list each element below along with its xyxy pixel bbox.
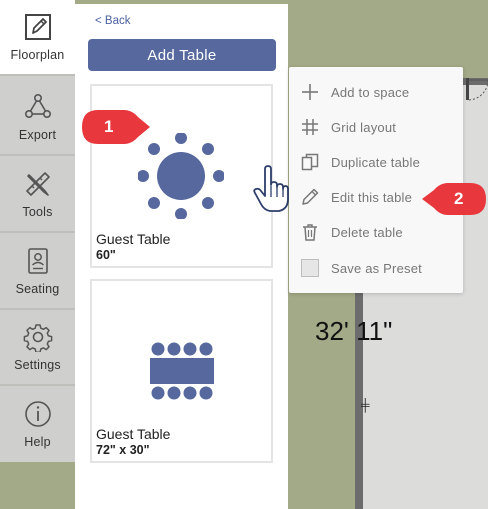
table-card-rectangle[interactable]: Guest Table 72" x 30": [90, 279, 273, 463]
rail-label-tools: Tools: [22, 205, 53, 219]
seating-chart-icon: [27, 248, 48, 274]
checkbox-icon[interactable]: [301, 259, 319, 277]
menu-label: Edit this table: [331, 189, 413, 205]
rail-label-export: Export: [18, 128, 57, 142]
rail-label-help: Help: [24, 435, 51, 449]
rail-item-floorplan[interactable]: Floorplan: [0, 0, 75, 76]
rail-item-settings[interactable]: Settings: [0, 310, 75, 386]
rail-item-seating[interactable]: Seating: [0, 234, 75, 310]
callout-1-number: 1: [104, 117, 114, 136]
wall-tick-mark: ╪: [361, 398, 370, 412]
rail-label-floorplan: Floorplan: [10, 48, 65, 62]
callout-2-number: 2: [454, 189, 464, 208]
menu-label: Delete table: [331, 224, 403, 240]
add-table-button[interactable]: Add Table: [88, 39, 276, 71]
pencil-square-icon: [24, 14, 51, 40]
menu-label: Grid layout: [331, 119, 397, 135]
menu-item-add-to-space[interactable]: Add to space: [289, 77, 463, 107]
share-nodes-icon: [24, 93, 51, 118]
menu-item-save-as-preset[interactable]: Save as Preset: [289, 253, 463, 283]
wall-dimension-label: 32' 11": [315, 316, 393, 346]
info-icon: [24, 401, 51, 427]
table-name: Guest Table: [96, 426, 171, 442]
hash-icon: [301, 118, 319, 136]
trash-icon: [301, 223, 319, 241]
rail-label-seating: Seating: [15, 282, 60, 296]
plus-icon: [301, 83, 319, 101]
table-context-menu: Add to space Grid layout Duplicate table…: [289, 67, 463, 293]
menu-item-delete-table[interactable]: Delete table: [289, 217, 463, 247]
gear-icon: [23, 324, 52, 352]
back-link[interactable]: < Back: [95, 15, 130, 27]
duplicate-icon: [301, 153, 319, 171]
table-size: 60": [96, 248, 116, 262]
menu-label: Save as Preset: [331, 260, 422, 276]
menu-label: Duplicate table: [331, 154, 420, 170]
hand-cursor-icon: [253, 165, 289, 212]
rail-label-settings: Settings: [14, 358, 61, 372]
rail-item-export[interactable]: Export: [0, 80, 75, 156]
table-name: Guest Table: [96, 231, 171, 247]
callout-1-marker: [82, 110, 150, 144]
menu-item-duplicate-table[interactable]: Duplicate table: [289, 147, 463, 177]
pencil-ruler-icon: [25, 172, 50, 196]
rectangle-table-icon: [150, 342, 214, 400]
menu-item-grid-layout[interactable]: Grid layout: [289, 112, 463, 142]
menu-label: Add to space: [331, 84, 410, 100]
rail-item-help[interactable]: Help: [0, 387, 75, 463]
rail-bottom-area: [0, 462, 75, 509]
door-icon: [466, 78, 488, 101]
pencil-icon: [301, 188, 319, 206]
table-size: 72" x 30": [96, 443, 150, 457]
rail-item-tools[interactable]: Tools: [0, 157, 75, 233]
